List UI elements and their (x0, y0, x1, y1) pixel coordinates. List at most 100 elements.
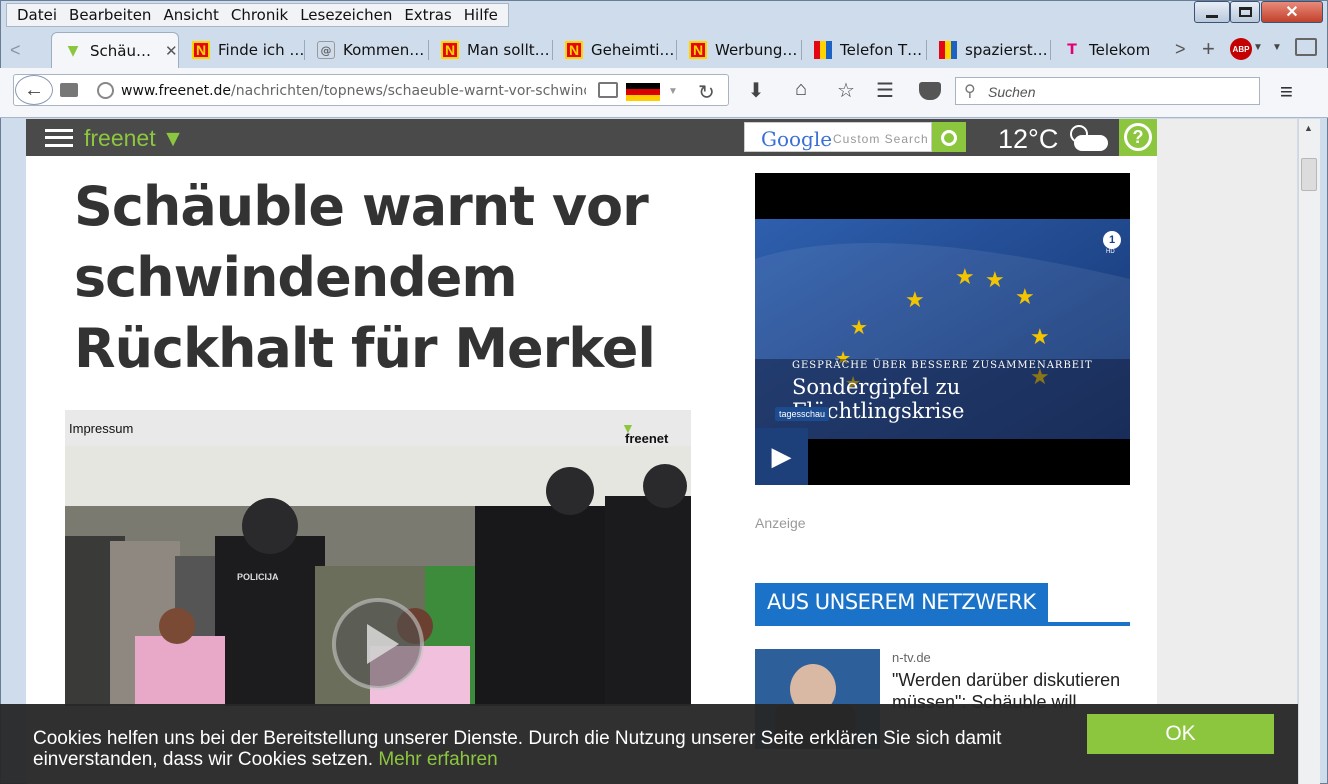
scrollbar-thumb[interactable] (1301, 158, 1317, 191)
tab-label: Telefon T… (840, 41, 923, 59)
url-text[interactable]: www.freenet.de/nachrichten/topnews/schae… (121, 83, 586, 99)
download-icon[interactable]: ⬇ (744, 78, 768, 103)
menu-chronik[interactable]: Chronik (225, 6, 294, 24)
play-button[interactable]: ▶ (755, 428, 808, 485)
minimize-button[interactable] (1194, 1, 1230, 23)
site-menu-icon[interactable] (45, 129, 73, 147)
print-icon[interactable] (1295, 38, 1317, 56)
url-domain: www.freenet.de (121, 83, 232, 99)
maximize-icon (1238, 7, 1252, 17)
impressum-link[interactable]: Impressum (69, 421, 133, 436)
search-icon: ⚲ (964, 83, 976, 100)
tab-werbung[interactable]: N Werbung… (677, 32, 801, 68)
site-header: freenet ▼ Google Custom Search 12°C ? (26, 119, 1157, 156)
search-input[interactable]: ⚲ Suchen (955, 77, 1260, 105)
n-news-icon: N (565, 41, 583, 59)
svg-text:★: ★ (1030, 324, 1050, 349)
page-background (1157, 119, 1297, 784)
reload-icon[interactable]: ↻ (698, 80, 715, 105)
cookie-banner: Cookies helfen uns bei der Bereitstellun… (0, 704, 1298, 784)
google-search-input[interactable]: Google Custom Search (744, 122, 932, 152)
menu-extras[interactable]: Extras (398, 6, 457, 24)
close-window-button[interactable]: ✕ (1261, 1, 1323, 23)
tab-man-sollt[interactable]: N Man sollt… (429, 32, 553, 68)
chevron-down-icon[interactable]: ▼ (1253, 42, 1263, 53)
menu-datei[interactable]: Datei (11, 6, 63, 24)
cookie-more-link[interactable]: Mehr erfahren (378, 749, 497, 770)
menu-bearbeiten[interactable]: Bearbeiten (63, 6, 157, 24)
tab-label: Schäu… (90, 41, 151, 60)
impressum-bar: Impressum freenet ▼ (65, 410, 691, 446)
globe-icon[interactable] (97, 82, 114, 99)
cookie-ok-button[interactable]: OK (1087, 714, 1274, 754)
close-tab-icon[interactable]: ✕ (165, 42, 178, 60)
help-button[interactable]: ? (1119, 119, 1157, 156)
article-headline: Schäuble warnt vor schwindendem Rückhalt… (74, 175, 656, 380)
pocket-icon[interactable] (919, 82, 941, 100)
freenet-logo[interactable]: freenet ▼ (84, 125, 184, 152)
tab-telekom[interactable]: T Telekom (1051, 32, 1166, 68)
close-icon: ✕ (1285, 4, 1299, 21)
scroll-up-icon[interactable]: ▲ (1304, 123, 1313, 133)
minimize-icon (1206, 14, 1218, 18)
svg-text:★: ★ (955, 264, 975, 289)
tab-schaeuble[interactable]: ▼ Schäu… ✕ (51, 32, 179, 68)
tab-strip: < ▼ Schäu… ✕ N Finde ich … @ Kommen… N M… (0, 32, 1328, 68)
url-path: /nachrichten/topnews/schaeuble-warnt-vor… (231, 83, 586, 99)
ard-logo-icon: 1 (1103, 231, 1121, 249)
svg-text:★: ★ (985, 267, 1005, 292)
search-placeholder: Suchen (988, 84, 1036, 100)
tab-label: spazierst… (965, 41, 1048, 59)
tab-kommen[interactable]: @ Kommen… (305, 32, 429, 68)
tab-scroll-right-icon[interactable]: > (1175, 39, 1186, 60)
weather-cloud-sun-icon (1068, 125, 1108, 151)
article-video-photo[interactable]: POLICIJA (65, 446, 691, 706)
tv-icon (939, 41, 957, 59)
page-content: freenet ▼ Google Custom Search 12°C ? Sch… (26, 119, 1157, 784)
bookmark-star-icon[interactable]: ☆ (834, 78, 858, 103)
tab-scroll-left-icon[interactable]: < (10, 40, 21, 61)
menu-lesezeichen[interactable]: Lesezeichen (294, 6, 398, 24)
network-section-heading: AUS UNSEREM NETZWERK (755, 583, 1130, 626)
back-button[interactable]: ← (15, 75, 53, 105)
hamburger-menu-icon[interactable]: ≡ (1280, 79, 1293, 105)
menu-ansicht[interactable]: Ansicht (157, 6, 224, 24)
tab-groups-icon[interactable] (60, 83, 78, 97)
tab-finde[interactable]: N Finde ich … (180, 32, 304, 68)
germany-flag-icon[interactable] (626, 83, 660, 101)
google-hint: Custom Search (833, 132, 929, 146)
telekom-icon: T (1067, 42, 1077, 58)
video-player[interactable]: ★★ ★★ ★★ ★★ ★ 1 HD GESPRÄCHE ÜBER BESSER… (755, 173, 1130, 485)
google-search-button[interactable] (932, 122, 966, 152)
tab-telefon[interactable]: Telefon T… (802, 32, 926, 68)
video-kicker: GESPRÄCHE ÜBER BESSERE ZUSAMMENARBEIT (792, 360, 1093, 371)
new-tab-icon[interactable]: + (1202, 36, 1215, 62)
adblock-icon[interactable]: ABP (1230, 38, 1252, 60)
back-arrow-icon: ← (24, 78, 44, 101)
home-icon[interactable]: ⌂ (789, 78, 813, 101)
reader-view-icon[interactable] (598, 82, 618, 98)
google-logo: Google (761, 127, 833, 151)
menu-hilfe[interactable]: Hilfe (458, 6, 504, 24)
menu-bar: Datei Bearbeiten Ansicht Chronik Lesezei… (6, 3, 509, 27)
comment-icon: @ (317, 41, 335, 59)
scrollbar[interactable]: ▲ (1298, 119, 1320, 784)
police-badge-text: POLICIJA (237, 572, 279, 582)
tab-label: Telekom (1089, 41, 1151, 59)
cookie-text: Cookies helfen uns bei der Bereitstellun… (33, 728, 1002, 770)
tab-label: Geheimti… (591, 41, 675, 59)
n-news-icon: N (192, 41, 210, 59)
network-article-source: n-tv.de (892, 650, 931, 665)
search-icon (941, 130, 957, 146)
freenet-small-logo: freenet ▼ (621, 420, 669, 446)
tab-spazierst[interactable]: spazierst… (927, 32, 1051, 68)
svg-text:★: ★ (905, 287, 925, 312)
tab-geheimti[interactable]: N Geheimti… (553, 32, 677, 68)
chevron-down-icon[interactable]: ▼ (668, 86, 678, 97)
bookmarks-list-icon[interactable]: ☰ (873, 78, 897, 103)
question-icon: ? (1124, 123, 1152, 151)
tab-label: Man sollt… (467, 41, 550, 59)
tab-list-icon[interactable]: ▼ (1272, 42, 1282, 53)
tv-icon (814, 41, 832, 59)
maximize-button[interactable] (1230, 1, 1260, 23)
